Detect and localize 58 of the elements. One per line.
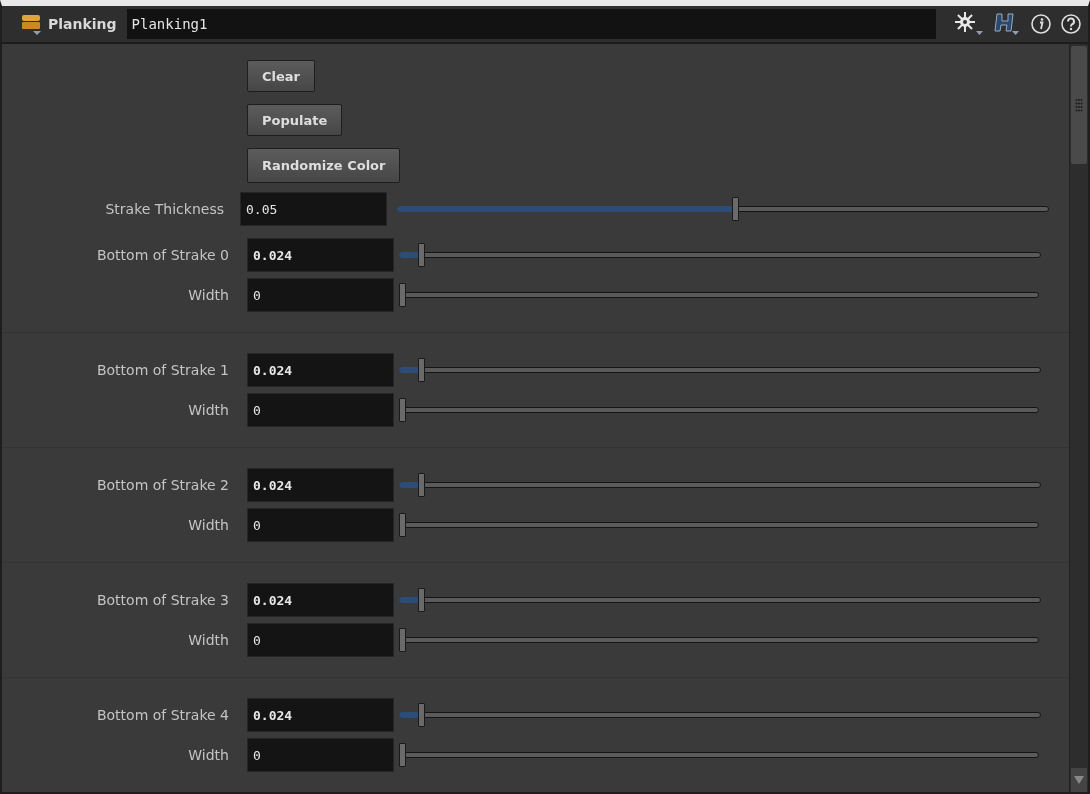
value-field[interactable]: 0 <box>247 623 394 657</box>
gear-icon[interactable] <box>954 11 984 37</box>
action-button[interactable]: Randomize Color <box>247 148 401 183</box>
parameter-label: Width <box>187 517 230 533</box>
info-icon[interactable] <box>1030 13 1052 35</box>
slider-track[interactable] <box>399 703 1041 727</box>
slider-handle[interactable] <box>418 703 426 727</box>
value-field[interactable]: 0.05 <box>240 192 387 226</box>
parameter-label: Strake Thickness <box>104 201 225 217</box>
parameter-label: Width <box>187 287 230 303</box>
parameter-label: Bottom of Strake 1 <box>95 362 230 378</box>
action-button[interactable]: Populate <box>247 104 343 136</box>
help-icon[interactable] <box>1060 13 1082 35</box>
parameter-label: Width <box>187 632 230 648</box>
parameter-label: Width <box>187 402 230 418</box>
value-field[interactable]: 0 <box>247 508 394 542</box>
value-field[interactable]: 0.024 <box>247 353 394 387</box>
parameter-label: Bottom of Strake 2 <box>95 477 230 493</box>
value-field[interactable]: 0 <box>247 278 394 312</box>
parameter-label: Bottom of Strake 4 <box>95 707 230 723</box>
node-menu-icon[interactable] <box>20 12 42 36</box>
slider-track[interactable] <box>399 243 1041 267</box>
slider-track[interactable] <box>399 588 1041 612</box>
slider-handle[interactable] <box>418 358 426 382</box>
slider-handle[interactable] <box>399 398 406 422</box>
scrollbar[interactable] <box>1069 44 1088 792</box>
down-arrow-icon <box>1074 776 1084 784</box>
slider-handle[interactable] <box>418 588 426 612</box>
grip-icon <box>1075 98 1083 112</box>
slider-track[interactable] <box>399 513 1039 537</box>
scrollbar-thumb[interactable] <box>1071 46 1087 164</box>
value-field[interactable]: 0.024 <box>247 468 394 502</box>
slider-track[interactable] <box>399 398 1039 422</box>
parameter-label: Bottom of Strake 0 <box>95 247 230 263</box>
value-field[interactable]: 0.024 <box>247 238 394 272</box>
slider-handle[interactable] <box>732 197 740 221</box>
slider-track[interactable] <box>399 628 1039 652</box>
scroll-down-button[interactable] <box>1071 768 1087 792</box>
slider-handle[interactable] <box>399 283 406 307</box>
slider-track[interactable] <box>399 283 1039 307</box>
node-name-field[interactable]: Planking1 <box>126 9 936 39</box>
value-field[interactable]: 0.024 <box>247 698 394 732</box>
slider-handle[interactable] <box>399 513 406 537</box>
parameter-label: Bottom of Strake 3 <box>95 592 230 608</box>
slider-handle[interactable] <box>399 628 406 652</box>
parameter-label: Width <box>187 747 230 763</box>
slider-handle[interactable] <box>418 473 426 497</box>
node-type-label: Planking <box>48 16 117 32</box>
slider-track[interactable] <box>397 197 1049 221</box>
value-field[interactable]: 0 <box>247 738 394 772</box>
value-field[interactable]: 0.024 <box>247 583 394 617</box>
slider-track[interactable] <box>399 358 1041 382</box>
slider-track[interactable] <box>399 743 1039 767</box>
slider-handle[interactable] <box>399 743 406 767</box>
slider-handle[interactable] <box>418 243 426 267</box>
slider-track[interactable] <box>399 473 1041 497</box>
action-button[interactable]: Clear <box>247 60 315 92</box>
value-field[interactable]: 0 <box>247 393 394 427</box>
